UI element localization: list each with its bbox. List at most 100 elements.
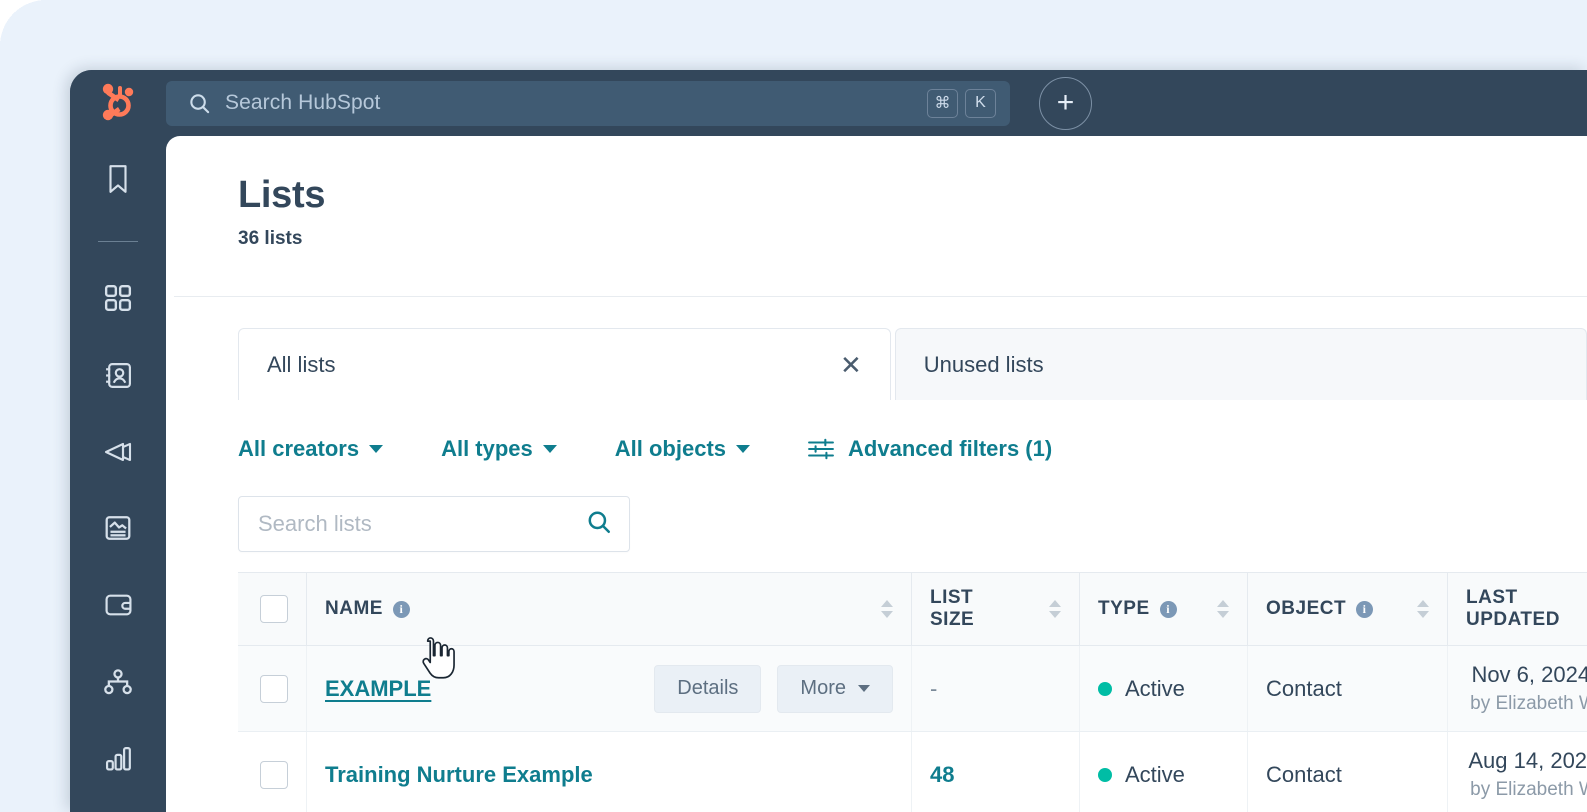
filter-all-types[interactable]: All types [441, 436, 557, 462]
app-window: Search HubSpot ⌘ K + Lists 36 lists All … [70, 70, 1587, 812]
info-icon[interactable]: i [392, 600, 410, 618]
tab-unused-lists[interactable]: Unused lists [894, 328, 1587, 400]
page-title: Lists [238, 174, 326, 216]
sidebar-divider [98, 240, 138, 242]
row-checkbox[interactable] [260, 674, 288, 703]
column-header-object[interactable]: OBJECT i [1247, 573, 1447, 645]
header-divider [174, 296, 1587, 297]
filter-all-objects[interactable]: All objects [614, 436, 751, 462]
column-header-list-size[interactable]: LIST SIZE [911, 573, 1079, 645]
type-value: Active [1125, 761, 1185, 787]
filter-advanced-label: Advanced filters (1) [848, 436, 1053, 461]
shortcut-command-key: ⌘ [927, 88, 958, 118]
column-header-last-updated[interactable]: LAST UPDATED i [1447, 573, 1587, 645]
global-search-placeholder: Search HubSpot [225, 91, 381, 114]
info-icon[interactable]: i [1356, 600, 1374, 618]
list-name-link[interactable]: Training Nurture Example [325, 762, 593, 788]
row-name-cell: EXAMPLE Details More [306, 646, 911, 731]
details-button[interactable]: Details [654, 664, 762, 713]
row-type-cell: Active [1079, 732, 1247, 812]
sort-icon[interactable] [881, 600, 893, 618]
row-object-cell: Contact [1247, 646, 1447, 731]
chevron-down-icon [369, 445, 384, 453]
last-updated-date: Nov 6, 2024 9: [1471, 662, 1587, 687]
last-updated-by: by Elizabeth Winl [1470, 779, 1587, 800]
close-icon[interactable]: ✕ [840, 352, 862, 378]
filter-advanced[interactable]: Advanced filters (1) [808, 436, 1052, 462]
column-header-type[interactable]: TYPE i [1079, 573, 1247, 645]
global-search-bar[interactable]: Search HubSpot ⌘ K [166, 80, 1010, 126]
table-row[interactable]: Training Nurture Example 48 Active Conta… [238, 732, 1587, 812]
apps-grid-icon [104, 284, 132, 317]
sidebar-item-content[interactable] [91, 505, 145, 556]
row-actions: Details More [654, 664, 893, 713]
sliders-filter-icon [808, 438, 834, 460]
chevron-down-icon [542, 445, 557, 453]
tab-all-lists-label: All lists [267, 351, 336, 377]
bookmark-icon [105, 164, 131, 199]
select-all-checkbox[interactable] [260, 595, 288, 623]
canvas-corner-decoration [0, 0, 46, 46]
column-header-list-size-line1: LIST [930, 586, 974, 608]
last-updated-by: by Elizabeth Winl [1470, 693, 1587, 714]
left-sidebar-nav [70, 136, 166, 812]
more-button[interactable]: More [777, 664, 893, 713]
status-dot-icon [1098, 767, 1112, 782]
content-page-icon [104, 514, 132, 547]
sort-icon[interactable] [1049, 600, 1061, 618]
list-name-link[interactable]: EXAMPLE [325, 676, 431, 702]
chevron-down-icon [858, 685, 870, 692]
sidebar-item-automation[interactable] [91, 659, 145, 710]
row-select-cell [238, 646, 306, 731]
filter-bar: All creators All types All objects Advan… [238, 436, 1587, 462]
row-type-cell: Active [1079, 646, 1247, 731]
hubspot-logo[interactable] [70, 81, 166, 125]
sidebar-item-commerce[interactable] [91, 582, 145, 633]
sidebar-item-workspaces[interactable] [91, 276, 145, 327]
filter-all-creators-label: All creators [238, 436, 360, 461]
sort-icon[interactable] [1417, 600, 1429, 618]
list-size-value[interactable]: 48 [930, 762, 954, 788]
sort-icon[interactable] [1217, 600, 1229, 618]
lists-table: NAME i LIST SIZE TYPE i OBJECT i LAST UP… [238, 572, 1587, 812]
last-updated-date: Aug 14, 2024 1 [1468, 748, 1587, 773]
search-lists-input[interactable] [258, 511, 586, 537]
row-checkbox[interactable] [260, 760, 288, 789]
row-last-updated-cell: Nov 6, 2024 9: by Elizabeth Winl [1447, 646, 1587, 731]
more-button-label: More [800, 677, 846, 699]
sidebar-item-reporting[interactable] [91, 735, 145, 786]
select-all-header [238, 573, 306, 645]
column-header-name-label: NAME [325, 598, 383, 619]
row-name-cell: Training Nurture Example [306, 732, 911, 812]
page-header: Lists 36 lists [166, 136, 1587, 250]
megaphone-icon [103, 439, 133, 470]
search-icon[interactable] [586, 509, 612, 540]
row-select-cell [238, 732, 306, 812]
table-row[interactable]: EXAMPLE Details More - Active Contact No… [238, 646, 1587, 732]
info-icon[interactable]: i [1159, 600, 1177, 618]
contacts-icon [104, 361, 133, 395]
filter-all-creators[interactable]: All creators [238, 436, 384, 462]
tab-all-lists[interactable]: All lists ✕ [238, 328, 891, 400]
status-dot-icon [1098, 681, 1112, 696]
page-subtitle-count: 36 lists [238, 228, 303, 249]
wallet-commerce-icon [104, 592, 133, 623]
table-header-row: NAME i LIST SIZE TYPE i OBJECT i LAST UP… [238, 572, 1587, 646]
row-list-size-cell: 48 [911, 732, 1079, 812]
sidebar-item-bookmarks[interactable] [91, 156, 145, 207]
column-header-type-label: TYPE [1098, 598, 1150, 619]
sidebar-item-crm[interactable] [91, 352, 145, 403]
column-header-name[interactable]: NAME i [306, 573, 911, 645]
sidebar-item-marketing[interactable] [91, 429, 145, 480]
tab-unused-lists-label: Unused lists [923, 351, 1044, 377]
chevron-down-icon [736, 445, 751, 453]
object-value: Contact [1266, 761, 1342, 787]
type-value: Active [1125, 675, 1185, 701]
add-button[interactable]: + [1039, 76, 1092, 130]
column-header-list-size-line2: SIZE [930, 609, 975, 630]
search-lists-field[interactable] [238, 496, 630, 552]
filter-all-objects-label: All objects [614, 436, 727, 461]
object-value: Contact [1266, 675, 1342, 701]
main-content-panel: Lists 36 lists All lists ✕ Unused lists … [166, 136, 1587, 812]
column-header-last-updated-label: LAST UPDATED [1466, 587, 1560, 630]
